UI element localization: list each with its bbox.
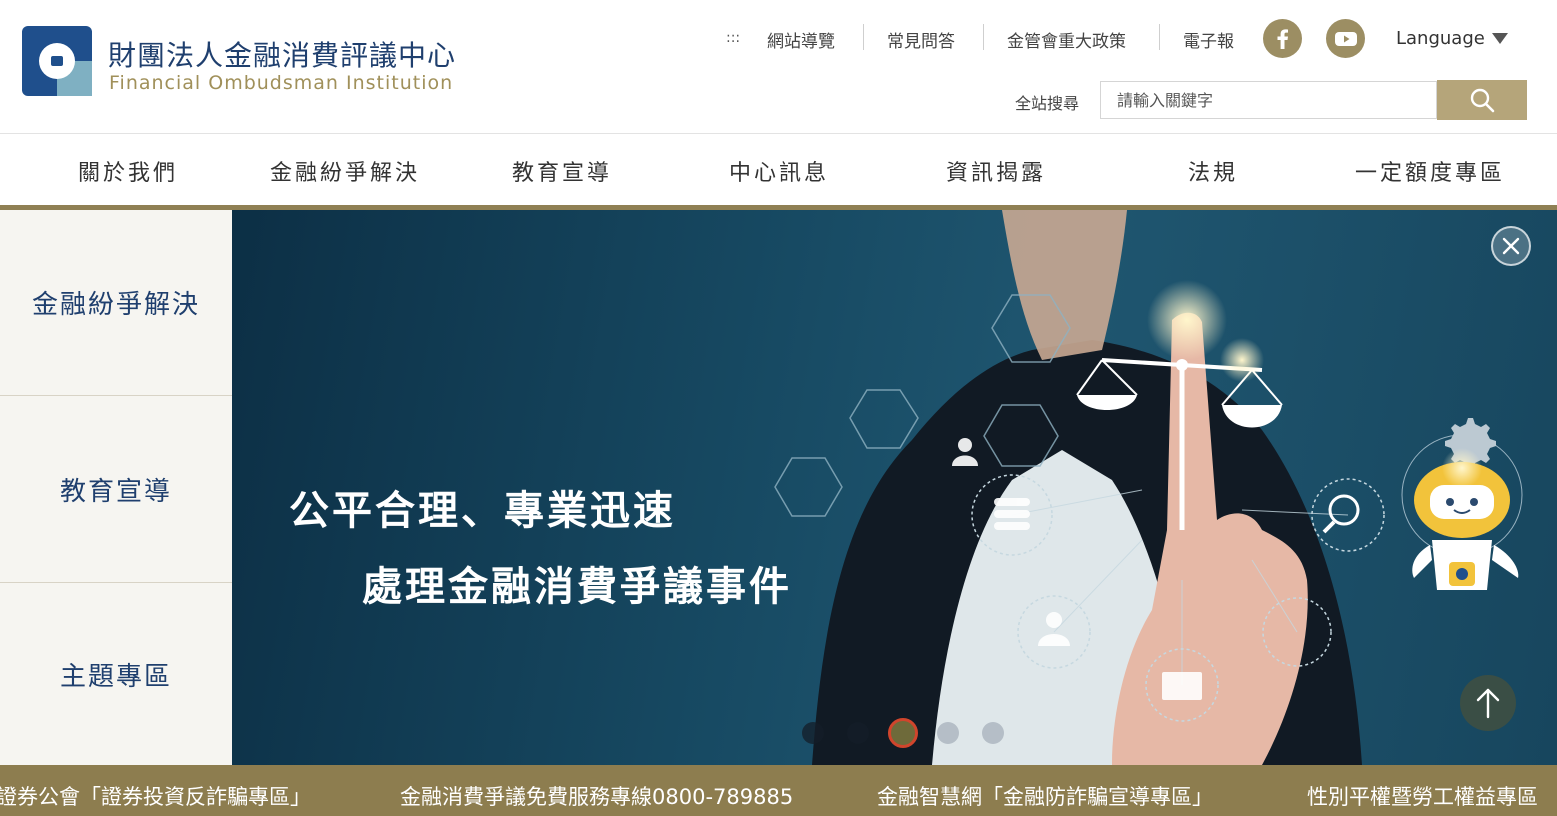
nav-regulations[interactable]: 法規 — [1188, 155, 1238, 187]
nav-news[interactable]: 中心訊息 — [729, 155, 829, 187]
youtube-icon[interactable] — [1326, 19, 1365, 58]
search-label: 全站搜尋 — [1015, 94, 1080, 113]
language-selector[interactable]: Language — [1396, 28, 1485, 49]
newsletter-link[interactable]: 電子報 — [1183, 27, 1234, 52]
chevron-down-icon[interactable] — [1492, 33, 1508, 44]
close-icon — [1502, 237, 1520, 255]
facebook-icon[interactable] — [1263, 19, 1302, 58]
sidebar-item-education[interactable]: 教育宣導 — [0, 396, 232, 582]
carousel-dot[interactable] — [982, 722, 1004, 744]
ticker-item[interactable]: 金融消費爭議免費服務專線0800-789885 — [400, 781, 793, 811]
nav-about[interactable]: 關於我們 — [78, 155, 178, 187]
carousel-dot-active[interactable] — [888, 718, 918, 748]
sidebar-item-topics[interactable]: 主題專區 — [0, 583, 232, 765]
fsc-policy-link[interactable]: 金管會重大政策 — [1007, 27, 1126, 52]
sidebar-item-dispute[interactable]: 金融紛爭解決 — [0, 210, 232, 395]
hero-carousel[interactable]: 公平合理、專業迅速 處理金融消費爭議事件 — [232, 210, 1557, 765]
news-ticker: 證券公會「證券投資反詐騙專區」 金融消費爭議免費服務專線0800-789885 … — [0, 765, 1557, 816]
ticker-item[interactable]: 性別平權暨勞工權益專區 — [1307, 781, 1538, 811]
banner-headline-2: 處理金融消費爭議事件 — [362, 564, 792, 610]
faq-link[interactable]: 常見問答 — [887, 27, 955, 52]
carousel-dot[interactable] — [802, 722, 824, 744]
carousel-dot[interactable] — [847, 722, 869, 744]
nav-education[interactable]: 教育宣導 — [512, 155, 612, 187]
carousel-dot[interactable] — [937, 722, 959, 744]
search-input[interactable] — [1100, 81, 1437, 119]
ticker-item[interactable]: 金融智慧網「金融防詐騙宣導專區」 — [877, 781, 1213, 811]
close-banner-button[interactable] — [1491, 226, 1531, 266]
nav-dispute-resolution[interactable]: 金融紛爭解決 — [270, 155, 420, 187]
main-nav: 關於我們 金融紛爭解決 教育宣導 中心訊息 資訊揭露 法規 一定額度專區 — [0, 135, 1557, 205]
banner-headline-1: 公平合理、專業迅速 — [289, 488, 676, 534]
util-divider — [1159, 24, 1160, 50]
util-divider — [983, 24, 984, 50]
nav-disclosure[interactable]: 資訊揭露 — [946, 155, 1046, 187]
util-divider — [863, 24, 864, 50]
sitemap-dots-icon: ::: — [726, 30, 741, 46]
search-button[interactable] — [1437, 80, 1527, 120]
ticker-item[interactable]: 證券公會「證券投資反詐騙專區」 — [0, 781, 311, 811]
arrow-up-icon — [1476, 688, 1500, 719]
site-logo[interactable] — [22, 26, 92, 96]
nav-amount-zone[interactable]: 一定額度專區 — [1355, 155, 1505, 187]
sitemap-link[interactable]: 網站導覽 — [767, 27, 835, 52]
back-to-top-button[interactable] — [1460, 675, 1516, 731]
brand-name-cn[interactable]: 財團法人金融消費評議中心 — [108, 34, 456, 74]
search-icon — [1470, 88, 1495, 113]
site-header: 財團法人金融消費評議中心 Financial Ombudsman Institu… — [0, 0, 1557, 134]
brand-name-en[interactable]: Financial Ombudsman Institution — [109, 72, 453, 94]
quick-links-sidebar: 金融紛爭解決 教育宣導 主題專區 — [0, 210, 232, 765]
